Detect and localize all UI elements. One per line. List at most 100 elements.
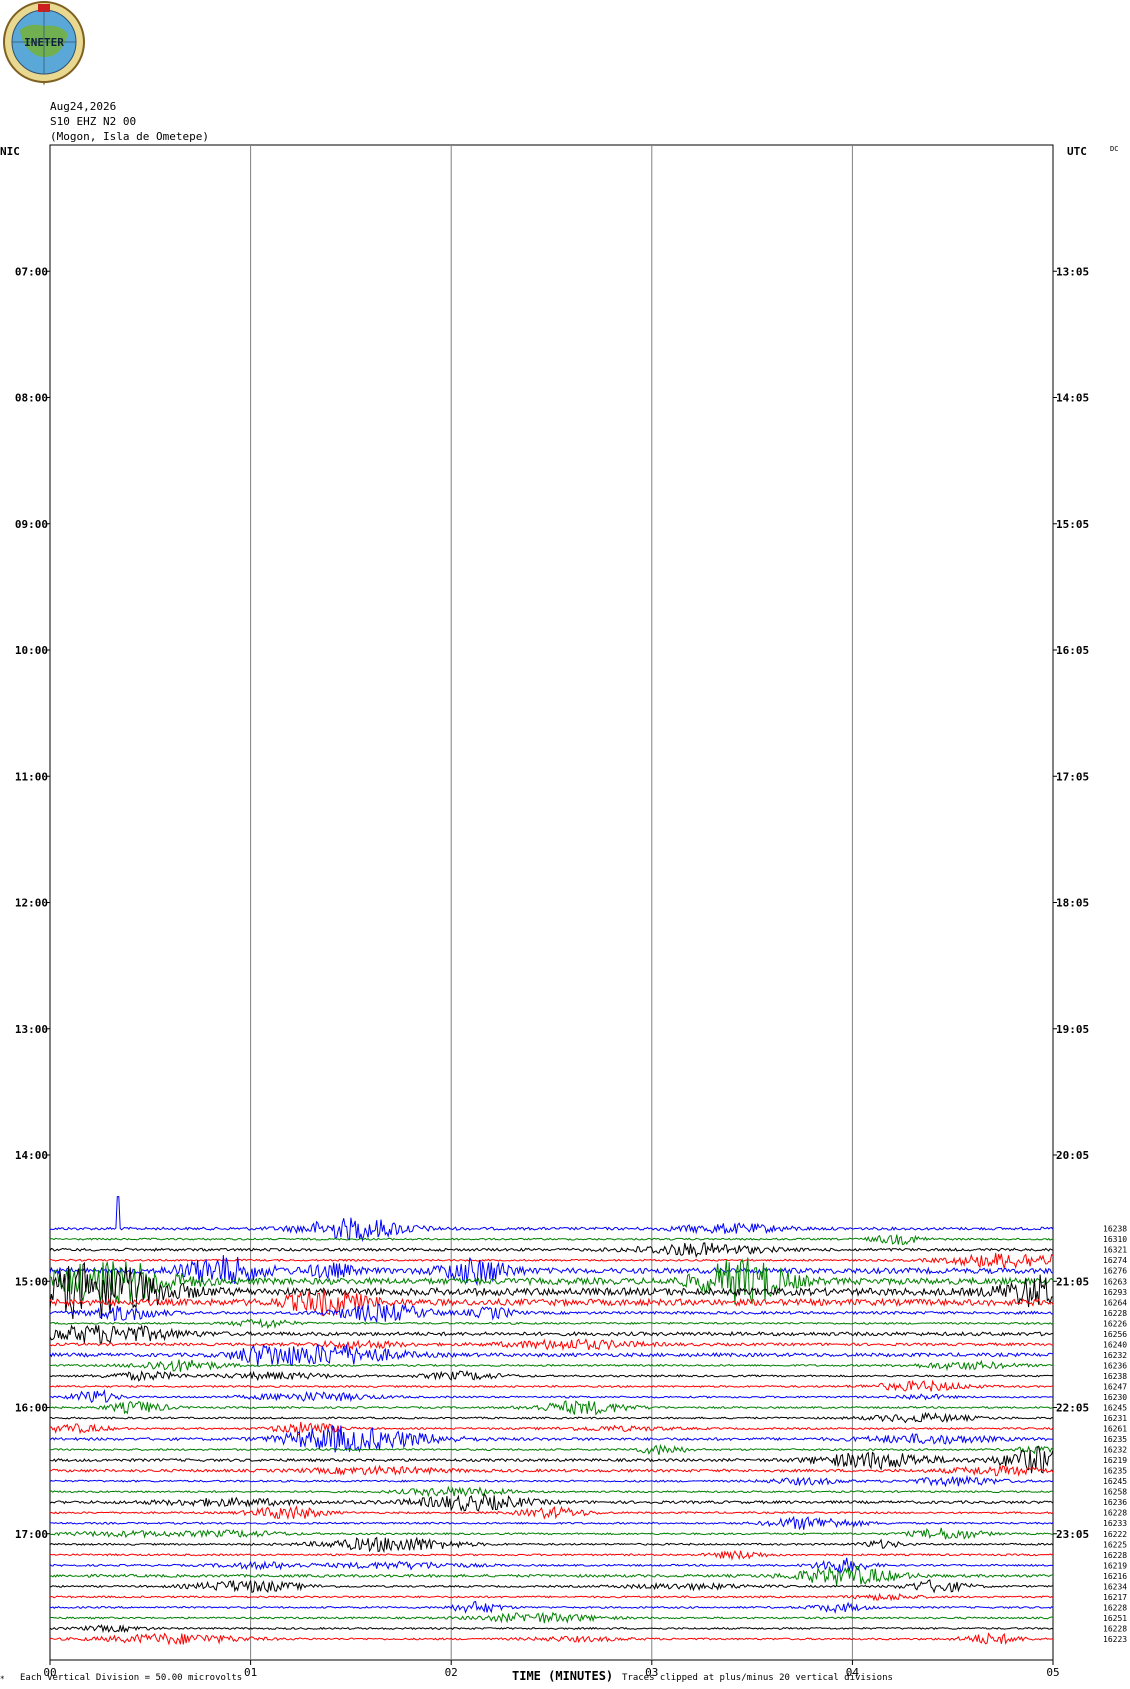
trace-count-label: 16226	[1103, 1319, 1127, 1328]
seismic-trace	[49, 1565, 1054, 1586]
seismic-traces	[49, 1196, 1054, 1646]
seismic-trace	[49, 1343, 1054, 1367]
trace-count-label: 16232	[1103, 1351, 1127, 1360]
dc-label: DC	[1110, 145, 1118, 153]
trace-count-label: 16216	[1103, 1572, 1127, 1581]
trace-count-label: 16238	[1103, 1225, 1127, 1234]
seismic-trace	[49, 1474, 1054, 1488]
vertical-division-note: Each Vertical Division = 50.00 microvolt…	[20, 1673, 242, 1683]
clipping-note: Traces clipped at plus/minus 20 vertical…	[622, 1673, 893, 1683]
left-time-label: 17:00	[15, 1528, 48, 1541]
trace-count-label: 16310	[1103, 1235, 1127, 1244]
trace-count-label: 16245	[1103, 1404, 1127, 1413]
left-time-label: 10:00	[15, 644, 48, 657]
trace-count-label: 16228	[1103, 1603, 1127, 1612]
seismic-trace	[49, 1592, 1054, 1602]
seismic-trace	[49, 1550, 1054, 1561]
plot-frame	[49, 144, 1054, 1661]
right-time-label: 15:05	[1056, 518, 1089, 531]
left-time-label: 14:00	[15, 1149, 48, 1162]
trace-count-label: 16225	[1103, 1540, 1127, 1549]
right-time-label: 19:05	[1056, 1023, 1089, 1036]
seismic-trace	[49, 1485, 1054, 1498]
utc-label: UTC	[1067, 145, 1087, 158]
x-tick-label: 05	[1046, 1666, 1059, 1679]
seismic-trace	[49, 1411, 1054, 1424]
trace-count-label: 16219	[1103, 1456, 1127, 1465]
trace-count-label: 16230	[1103, 1393, 1127, 1402]
seismic-trace	[49, 1632, 1054, 1646]
helicorder-plot: 00 01 02 03 04 05NIC UTC DC07:00 13:0508:00 14:05…	[0, 144, 1127, 1683]
seismic-trace	[49, 1464, 1054, 1477]
trace-count-label: 16256	[1103, 1330, 1127, 1339]
right-time-label: 20:05	[1056, 1149, 1089, 1162]
trace-count-label: 16264	[1103, 1298, 1127, 1307]
axis-labels: 00 01 02 03 04 05NIC UTC DC07:00 13:0508:00 14:05…	[0, 145, 1127, 1683]
trace-count-label: 16235	[1103, 1435, 1127, 1444]
seismic-trace	[49, 1317, 1054, 1330]
left-time-label: 13:00	[15, 1023, 48, 1036]
right-time-label: 18:05	[1056, 897, 1089, 910]
left-time-label: 15:00	[15, 1275, 48, 1288]
seismic-trace	[49, 1492, 1054, 1512]
seismic-trace	[49, 1257, 1054, 1305]
trace-count-label: 16222	[1103, 1530, 1127, 1539]
seismic-trace	[49, 1234, 1054, 1246]
trace-count-label: 16232	[1103, 1446, 1127, 1455]
seismic-trace	[50, 1359, 1054, 1372]
seismic-trace	[49, 1252, 1054, 1270]
trace-count-label: 16236	[1103, 1498, 1127, 1507]
trace-count-label: 16251	[1103, 1614, 1127, 1623]
left-time-label: 11:00	[15, 770, 48, 783]
right-time-label: 17:05	[1056, 770, 1089, 783]
trace-count-label: 16274	[1103, 1256, 1127, 1265]
seismic-trace	[49, 1379, 1054, 1392]
seismic-trace	[49, 1303, 1054, 1323]
right-time-label: 14:05	[1056, 392, 1089, 405]
seismic-trace	[49, 1337, 1054, 1351]
trace-count-label: 16240	[1103, 1340, 1127, 1349]
seismic-trace	[49, 1324, 1054, 1344]
seismic-trace	[49, 1400, 1054, 1416]
right-time-label: 13:05	[1056, 265, 1089, 278]
seismic-trace	[49, 1527, 1054, 1540]
seismic-trace	[49, 1370, 1054, 1382]
trace-count-label: 16228	[1103, 1509, 1127, 1518]
trace-count-label: 16233	[1103, 1519, 1127, 1528]
seismic-trace	[49, 1611, 1054, 1624]
seismic-trace	[49, 1505, 1054, 1521]
seismic-trace	[50, 1600, 1054, 1615]
seismic-trace	[49, 1196, 1054, 1243]
trace-count-label: 16261	[1103, 1425, 1127, 1434]
seismic-trace	[49, 1557, 1054, 1574]
trace-count-label: 16245	[1103, 1477, 1127, 1486]
trace-count-label: 16238	[1103, 1372, 1127, 1381]
trace-count-label: 16223	[1103, 1635, 1127, 1644]
left-time-label: 07:00	[15, 265, 48, 278]
right-time-label: 23:05	[1056, 1528, 1089, 1541]
trace-count-label: 16228	[1103, 1309, 1127, 1318]
left-time-label: 09:00	[15, 518, 48, 531]
trace-count-label: 16228	[1103, 1551, 1127, 1560]
left-time-label: 08:00	[15, 392, 48, 405]
trace-count-label: 16228	[1103, 1624, 1127, 1633]
trace-count-label: 16231	[1103, 1414, 1127, 1423]
right-time-label: 22:05	[1056, 1402, 1089, 1415]
left-time-label: 12:00	[15, 897, 48, 910]
right-time-label: 16:05	[1056, 644, 1089, 657]
trace-count-label: 16321	[1103, 1246, 1127, 1255]
left-time-label: 16:00	[15, 1402, 48, 1415]
trace-count-label: 16258	[1103, 1488, 1127, 1497]
seismic-trace	[49, 1536, 1054, 1554]
footer-marker: ∗	[0, 1673, 5, 1682]
seismic-trace	[50, 1388, 1054, 1404]
nic-label: NIC	[0, 145, 20, 158]
seismic-trace	[49, 1421, 1054, 1436]
trace-count-label: 16276	[1103, 1267, 1127, 1276]
x-tick-label: 01	[244, 1666, 257, 1679]
trace-count-label: 16263	[1103, 1277, 1127, 1286]
seismic-trace	[49, 1579, 1054, 1594]
trace-count-label: 16293	[1103, 1288, 1127, 1297]
seismic-trace	[49, 1624, 1054, 1634]
trace-count-label: 16219	[1103, 1561, 1127, 1570]
